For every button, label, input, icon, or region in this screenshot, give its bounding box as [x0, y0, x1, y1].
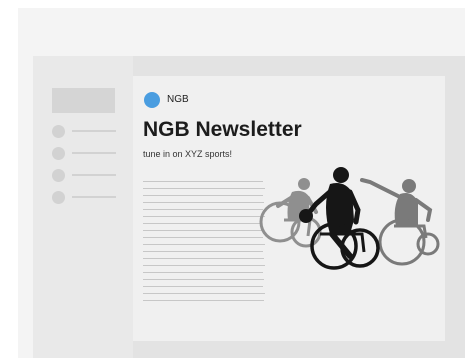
body-text-placeholder — [143, 251, 263, 252]
body-text-placeholder — [143, 223, 261, 224]
right-player-silhouette — [360, 178, 440, 266]
body-text-placeholder — [143, 202, 264, 203]
brand-name: NGB — [167, 94, 189, 105]
newsletter-title: NGB Newsletter — [143, 118, 302, 141]
sidebar-item-icon — [52, 169, 65, 182]
body-text-placeholder — [143, 293, 265, 294]
body-text-placeholder — [143, 237, 263, 238]
body-text-placeholder — [143, 244, 265, 245]
body-text-placeholder — [143, 209, 263, 210]
sidebar-item-label-placeholder — [72, 130, 116, 132]
body-text-placeholder — [143, 181, 263, 182]
sidebar-item[interactable] — [52, 125, 118, 138]
body-text-placeholder — [143, 300, 264, 301]
body-text-placeholder — [143, 230, 264, 231]
newsletter-tagline: tune in on XYZ sports! — [143, 149, 233, 159]
sidebar-header-placeholder — [52, 88, 115, 113]
sidebar-item-label-placeholder — [72, 196, 116, 198]
body-text-placeholder — [143, 258, 264, 259]
sidebar-item[interactable] — [52, 169, 118, 182]
body-text-placeholder — [143, 272, 263, 273]
sidebar-item[interactable] — [52, 191, 118, 204]
sidebar-item-label-placeholder — [72, 152, 116, 154]
body-text-placeholder — [143, 195, 263, 196]
body-text-placeholder — [143, 286, 263, 287]
body-text-placeholder — [143, 279, 264, 280]
wheelchair-basketball-photo — [259, 167, 440, 270]
sidebar-item-icon — [52, 125, 65, 138]
sidebar-item-icon — [52, 147, 65, 160]
sidebar-item-label-placeholder — [72, 174, 116, 176]
sidebar-item-icon — [52, 191, 65, 204]
brand-logo-icon — [144, 92, 160, 108]
body-text-placeholder — [143, 216, 265, 217]
body-text-placeholder — [143, 188, 265, 189]
sidebar-item[interactable] — [52, 147, 118, 160]
body-text-placeholder — [143, 265, 265, 266]
